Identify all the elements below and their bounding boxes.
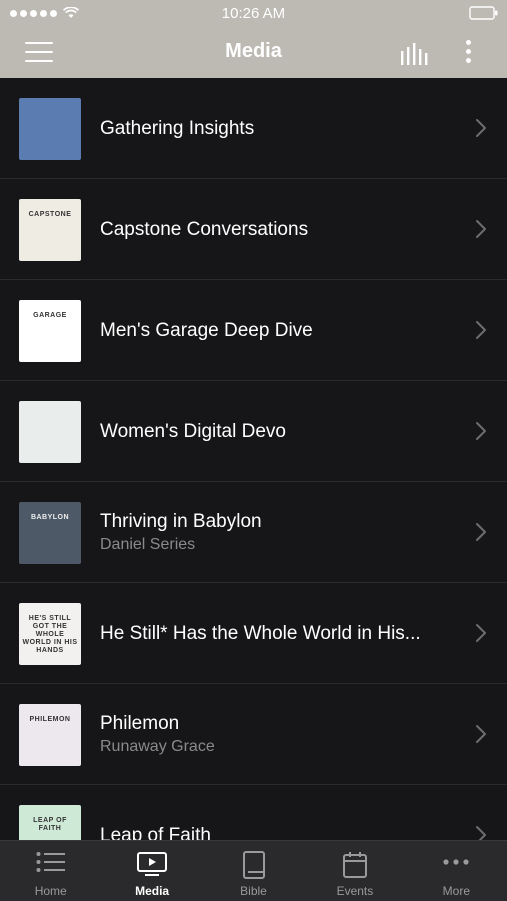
chevron-right-icon [475, 724, 487, 749]
tab-label: Media [135, 884, 170, 898]
list-item[interactable]: BABYLON Thriving in Babylon Daniel Series [0, 482, 507, 583]
item-title: Philemon [100, 713, 180, 734]
item-subtitle: Runaway Grace [100, 738, 215, 755]
media-list: Gathering Insights CAPSTONE Capstone Conve… [0, 78, 507, 840]
list-item[interactable]: PHILEMON Philemon Runaway Grace [0, 684, 507, 785]
nav-bar: Media [0, 28, 507, 78]
tab-label: Bible [240, 884, 267, 898]
list-item[interactable]: LEAP OF FAITH Leap of Faith [0, 785, 507, 840]
thumbnail-image [19, 401, 81, 463]
thumbnail-image: HE'S STILL GOT THE WHOLE WORLD IN HIS HA… [19, 603, 81, 665]
chevron-right-icon [475, 118, 487, 143]
thumbnail-image: PHILEMON [19, 704, 81, 766]
thumbnail-image: BABYLON [19, 502, 81, 564]
thumbnail-image: CAPSTONE [19, 199, 81, 261]
thumbnail-image: LEAP OF FAITH [19, 805, 81, 840]
tab-bible[interactable]: Bible [203, 841, 304, 901]
list-item[interactable]: Women's Digital Devo [0, 381, 507, 482]
thumbnail-text: BABYLON [30, 514, 70, 521]
status-time: 10:26 AM [221, 5, 286, 22]
list-item[interactable]: HE'S STILL GOT THE WHOLE WORLD IN HIS HA… [0, 583, 507, 684]
tab-label: Events [336, 884, 374, 898]
item-title: Women's Digital Devo [100, 421, 286, 442]
chevron-right-icon [475, 522, 487, 547]
item-title: Capstone Conversations [100, 219, 309, 240]
audio-bars-icon[interactable] [400, 41, 430, 65]
list-item[interactable]: CAPSTONE Capstone Conversations [0, 179, 507, 280]
thumbnail-text: HE'S STILL GOT THE WHOLE WORLD IN HIS HA… [22, 615, 78, 654]
thumbnail-text: PHILEMON [29, 716, 71, 723]
tab-media[interactable]: Media [101, 841, 202, 901]
list-item[interactable]: Gathering Insights [0, 78, 507, 179]
thumbnail-text: GARAGE [33, 312, 67, 319]
chevron-right-icon [475, 320, 487, 345]
tv-icon [137, 851, 168, 882]
more-options-icon[interactable] [460, 40, 476, 66]
chevron-right-icon [475, 421, 487, 446]
page-title: Media [225, 40, 282, 62]
chevron-right-icon [475, 623, 487, 648]
tab-events[interactable]: Events [304, 841, 405, 901]
thumbnail-image [19, 98, 81, 160]
item-title: He Still* Has the Whole World in His... [100, 623, 421, 644]
item-title: Thriving in Babylon [100, 511, 262, 532]
list-item[interactable]: GARAGE Men's Garage Deep Dive [0, 280, 507, 381]
battery-icon [469, 6, 499, 25]
thumbnail-image: GARAGE [19, 300, 81, 362]
book-icon [242, 851, 266, 884]
item-title: Leap of Faith [100, 825, 211, 840]
tab-home[interactable]: Home [0, 841, 101, 901]
list-icon [36, 851, 66, 878]
tab-bar: Home Media Bible Events More [0, 840, 507, 901]
calendar-icon [342, 851, 368, 884]
status-bar: 10:26 AM [0, 0, 507, 28]
chevron-right-icon [475, 219, 487, 244]
tab-more[interactable]: More [406, 841, 507, 901]
tab-label: More [442, 884, 470, 898]
thumbnail-text: CAPSTONE [28, 211, 72, 218]
item-title: Gathering Insights [100, 118, 255, 139]
item-title: Men's Garage Deep Dive [100, 320, 313, 341]
thumbnail-text: LEAP OF FAITH [33, 817, 67, 832]
more-icon [442, 851, 470, 878]
item-subtitle: Daniel Series [100, 536, 196, 553]
tab-label: Home [34, 884, 67, 898]
chevron-right-icon [475, 825, 487, 840]
